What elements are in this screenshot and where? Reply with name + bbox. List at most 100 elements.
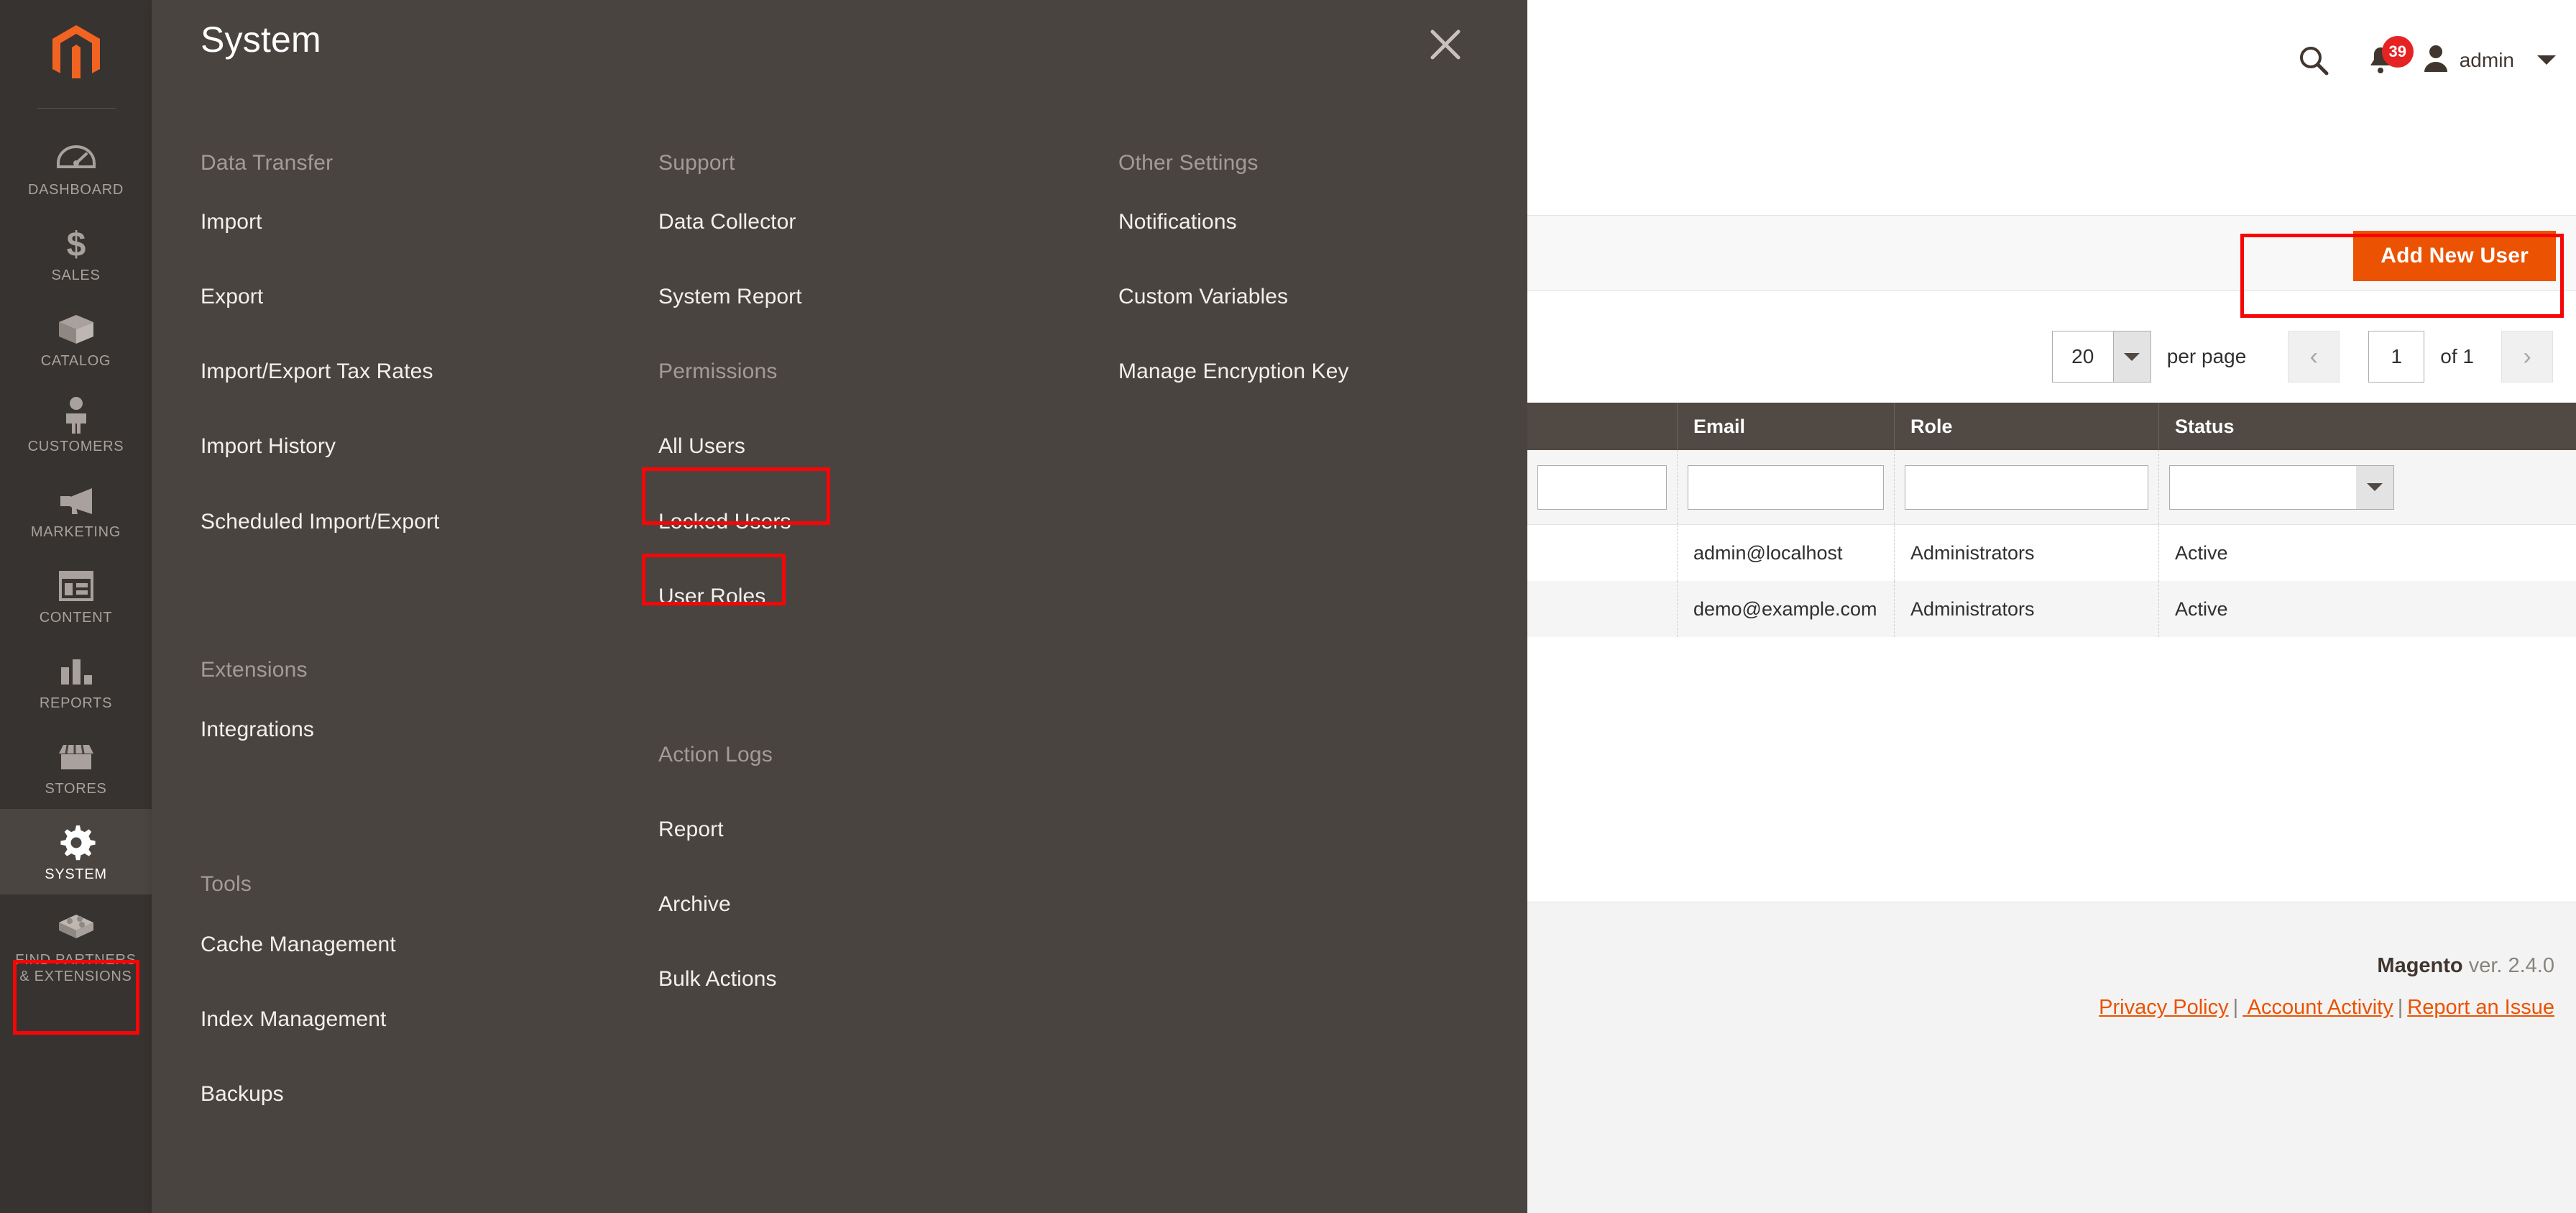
menu-item-data-collector[interactable]: Data Collector bbox=[658, 210, 796, 234]
current-page-input[interactable]: 1 bbox=[2368, 331, 2425, 383]
close-icon[interactable] bbox=[1427, 26, 1464, 63]
filter-input-blank[interactable] bbox=[1537, 464, 1667, 510]
menu-item-import-export-tax-rates[interactable]: Import/Export Tax Rates bbox=[201, 360, 433, 384]
previous-page-button[interactable]: ‹ bbox=[2288, 331, 2340, 383]
grid-header-row: Email Role Status bbox=[1527, 403, 2576, 450]
sidebar-item-catalog[interactable]: CATALOG bbox=[0, 296, 152, 381]
footer-link-account-activity[interactable]: Account Activity bbox=[2242, 996, 2393, 1019]
menu-group-title-permissions: Permissions bbox=[658, 360, 778, 383]
filter-select-status[interactable] bbox=[2169, 464, 2394, 510]
pagination-toolbar: 20 per page ‹ 1 of 1 › bbox=[1527, 316, 2576, 397]
column-header-blank[interactable] bbox=[1527, 403, 1677, 450]
menu-item-import-history[interactable]: Import History bbox=[201, 434, 336, 459]
per-page-label: per page bbox=[2166, 345, 2247, 367]
sidebar-item-dashboard[interactable]: DASHBOARD bbox=[0, 124, 152, 210]
sidebar-item-customers[interactable]: CUSTOMERS bbox=[0, 381, 152, 467]
menu-item-export[interactable]: Export bbox=[201, 285, 263, 309]
table-row[interactable]: admin@localhost Administrators Active bbox=[1527, 525, 2576, 581]
sidebar-item-label: SALES bbox=[51, 267, 101, 283]
menu-item-index-management[interactable]: Index Management bbox=[201, 1007, 386, 1032]
per-page-value: 20 bbox=[2071, 345, 2094, 367]
sidebar-divider bbox=[36, 108, 116, 109]
menu-group-title-support: Support bbox=[658, 151, 735, 175]
chevron-down-icon[interactable] bbox=[2112, 331, 2150, 382]
sidebar-item-label: CATALOG bbox=[40, 353, 111, 369]
sidebar-item-find-partners-extensions[interactable]: FIND PARTNERS & EXTENSIONS bbox=[0, 894, 152, 997]
users-grid: Email Role Status admin@localhost Admini… bbox=[1527, 403, 2576, 1071]
svg-text:$: $ bbox=[66, 226, 86, 262]
menu-item-backups[interactable]: Backups bbox=[201, 1082, 284, 1107]
filter-select-status-value bbox=[2170, 466, 2356, 509]
column-header-email[interactable]: Email bbox=[1677, 403, 1894, 450]
column-header-role[interactable]: Role bbox=[1894, 403, 2158, 450]
menu-item-all-users[interactable]: All Users bbox=[658, 434, 745, 459]
menu-item-notifications[interactable]: Notifications bbox=[1118, 210, 1237, 234]
bar-chart-icon bbox=[58, 651, 94, 692]
version-text: ver. 2.4.0 bbox=[2462, 954, 2554, 977]
layout-page-icon bbox=[58, 565, 94, 607]
menu-group-title-data-transfer: Data Transfer bbox=[201, 151, 334, 175]
sidebar-item-marketing[interactable]: MARKETING bbox=[0, 467, 152, 552]
chevron-down-icon[interactable] bbox=[2356, 465, 2393, 509]
chevron-right-icon: › bbox=[2523, 342, 2531, 370]
menu-item-import[interactable]: Import bbox=[201, 210, 262, 234]
filter-input-role[interactable] bbox=[1905, 464, 2148, 510]
menu-item-report[interactable]: Report bbox=[658, 818, 724, 842]
search-icon[interactable] bbox=[2283, 45, 2345, 76]
grid-filter-row bbox=[1527, 450, 2576, 525]
menu-item-system-report[interactable]: System Report bbox=[658, 285, 802, 309]
main-content: 39 admin Add New User 20 per page ‹ 1 of… bbox=[1527, 0, 2576, 1213]
cell-status: Active bbox=[2158, 525, 2404, 581]
add-new-user-button[interactable]: Add New User bbox=[2353, 231, 2556, 281]
storefront-icon bbox=[56, 736, 96, 778]
chevron-down-icon[interactable] bbox=[2537, 55, 2556, 65]
box-package-icon bbox=[56, 308, 96, 350]
sidebar-item-label: REPORTS bbox=[39, 695, 113, 711]
puzzle-block-icon bbox=[56, 907, 96, 949]
footer-link-separator: | bbox=[2232, 996, 2239, 1019]
menu-item-custom-variables[interactable]: Custom Variables bbox=[1118, 285, 1288, 309]
footer-links: Privacy Policy | Account Activity | Report … bbox=[2099, 996, 2554, 1020]
user-avatar-icon bbox=[2422, 43, 2450, 77]
menu-item-user-roles[interactable]: User Roles bbox=[658, 585, 765, 609]
per-page-select[interactable]: 20 bbox=[2051, 331, 2151, 383]
person-icon bbox=[62, 394, 91, 436]
menu-item-archive[interactable]: Archive bbox=[658, 892, 731, 917]
column-header-status[interactable]: Status bbox=[2158, 403, 2404, 450]
filter-input-email[interactable] bbox=[1688, 464, 1884, 510]
sidebar-item-system[interactable]: SYSTEM bbox=[0, 809, 152, 894]
sidebar-item-label: DASHBOARD bbox=[28, 182, 124, 198]
menu-item-manage-encryption-key[interactable]: Manage Encryption Key bbox=[1118, 360, 1349, 384]
menu-item-cache-management[interactable]: Cache Management bbox=[201, 933, 396, 957]
sidebar-item-label: CONTENT bbox=[39, 610, 113, 626]
notifications-bell[interactable]: 39 bbox=[2345, 35, 2416, 76]
cell-blank bbox=[1527, 525, 1677, 581]
sidebar-item-label: MARKETING bbox=[30, 524, 121, 540]
magento-logo-icon[interactable] bbox=[0, 0, 152, 108]
user-menu[interactable]: admin bbox=[2422, 43, 2556, 77]
chevron-left-icon: ‹ bbox=[2309, 342, 2318, 370]
next-page-button[interactable]: › bbox=[2501, 331, 2553, 383]
megaphone-icon bbox=[56, 480, 96, 521]
footer-link-report-an-issue[interactable]: Report an Issue bbox=[2407, 996, 2554, 1019]
menu-item-integrations[interactable]: Integrations bbox=[201, 718, 314, 742]
sidebar-item-stores[interactable]: STORES bbox=[0, 723, 152, 809]
menu-item-scheduled-import-export[interactable]: Scheduled Import/Export bbox=[201, 510, 439, 534]
total-pages-label: of 1 bbox=[2440, 345, 2474, 367]
footer-link-privacy-policy[interactable]: Privacy Policy bbox=[2099, 996, 2229, 1019]
footer-link-separator: | bbox=[2397, 996, 2404, 1019]
cell-role: Administrators bbox=[1894, 581, 2158, 637]
screenshot-root: DASHBOARD $ SALES CATALOG CUSTOMERS MARK… bbox=[0, 0, 2576, 1213]
menu-group-title-tools: Tools bbox=[201, 872, 252, 896]
user-name-label: admin bbox=[2459, 48, 2514, 71]
table-row[interactable]: demo@example.com Administrators Active bbox=[1527, 581, 2576, 637]
magento-version-label: Magento ver. 2.4.0 bbox=[2377, 954, 2554, 978]
filter-cell-blank bbox=[1527, 450, 1677, 524]
sidebar-item-reports[interactable]: REPORTS bbox=[0, 638, 152, 723]
menu-item-locked-users[interactable]: Locked Users bbox=[658, 510, 791, 534]
filter-cell-email bbox=[1677, 450, 1894, 524]
menu-item-bulk-actions[interactable]: Bulk Actions bbox=[658, 967, 777, 992]
sidebar-item-sales[interactable]: $ SALES bbox=[0, 210, 152, 296]
menu-group-title-extensions: Extensions bbox=[201, 658, 308, 682]
sidebar-item-content[interactable]: CONTENT bbox=[0, 552, 152, 638]
